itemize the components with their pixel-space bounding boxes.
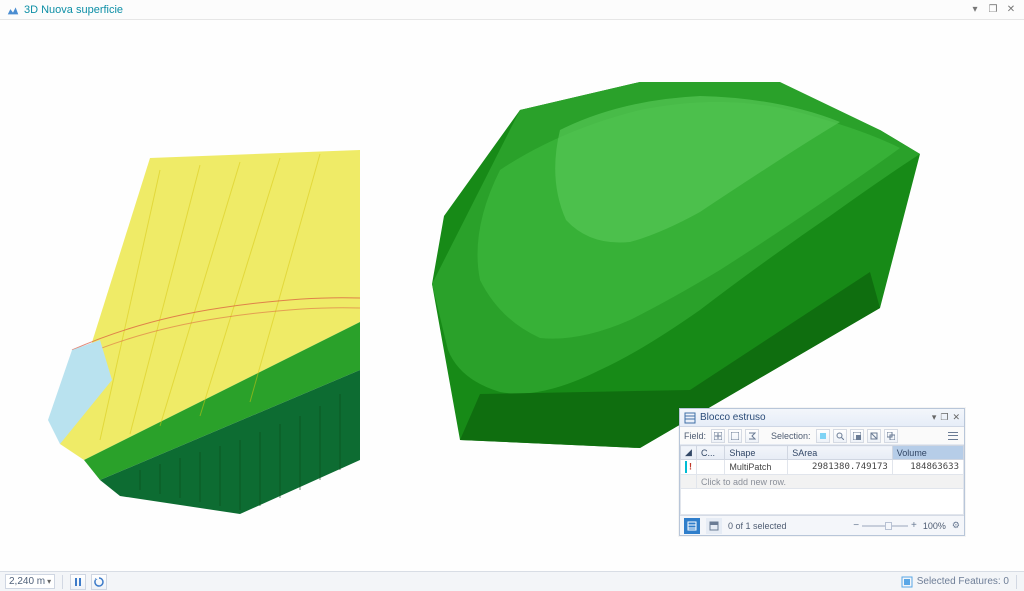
zoom-minus-icon[interactable]: − [853, 520, 859, 531]
attribute-table[interactable]: ◢ C... Shape SArea Volume ! MultiPatch 2… [680, 445, 964, 489]
table-header-row: ◢ C... Shape SArea Volume [681, 446, 964, 460]
chevron-down-icon: ▾ [47, 577, 51, 586]
table-zoom-value: 100% [923, 521, 946, 531]
calculate-field-button[interactable] [745, 429, 759, 443]
col-header-sarea[interactable]: SArea [788, 446, 893, 460]
delete-field-button[interactable] [728, 429, 742, 443]
panel-header[interactable]: Blocco estruso ▾ ❐ ✕ [680, 409, 964, 427]
copy-selection-button[interactable] [884, 429, 898, 443]
show-selected-records-button[interactable] [706, 518, 722, 534]
window-restore-icon[interactable]: ❐ [986, 4, 1000, 15]
status-bar: 2,240 m ▾ Selected Features: 0 [0, 571, 1024, 591]
table-icon [684, 412, 696, 424]
select-by-attributes-button[interactable] [816, 429, 830, 443]
switch-selection-button[interactable] [850, 429, 864, 443]
pause-drawing-button[interactable] [70, 574, 86, 590]
panel-restore-icon[interactable]: ❐ [940, 412, 948, 423]
selection-count: 0 of 1 selected [728, 521, 847, 531]
cell-shape[interactable]: MultiPatch [725, 460, 788, 475]
add-field-button[interactable] [711, 429, 725, 443]
panel-title: Blocco estruso [700, 412, 928, 423]
window-pin-icon[interactable]: ▾ [968, 4, 982, 15]
zoom-plus-icon[interactable]: + [911, 520, 917, 531]
add-row-hint-text: Click to add new row. [697, 475, 964, 489]
panel-toolbar: Field: Selection: [680, 427, 964, 445]
col-header-shape[interactable]: Shape [725, 446, 788, 460]
map-scale-selector[interactable]: 2,240 m ▾ [5, 574, 55, 589]
field-label: Field: [684, 431, 706, 441]
panel-close-icon[interactable]: ✕ [952, 412, 960, 423]
window-title: 3D Nuova superficie [24, 4, 123, 16]
add-row-hint[interactable]: Click to add new row. [681, 475, 964, 489]
selected-features-text: Selected Features: 0 [917, 576, 1009, 587]
attribute-table-panel: Blocco estruso ▾ ❐ ✕ Field: Selection: [679, 408, 965, 536]
zoom-to-selection-button[interactable] [833, 429, 847, 443]
refresh-view-button[interactable] [91, 574, 107, 590]
row-selector-header[interactable]: ◢ [681, 446, 697, 460]
col-header-volume[interactable]: Volume [892, 446, 963, 460]
table-settings-icon[interactable]: ⚙ [952, 520, 960, 531]
table-blank-area [680, 489, 964, 515]
row-selector[interactable]: ! [681, 460, 697, 475]
window-close-icon[interactable]: ✕ [1004, 4, 1018, 15]
app-icon [6, 3, 20, 17]
selection-label: Selection: [771, 431, 811, 441]
cell-volume[interactable]: 184863633 [892, 460, 963, 475]
title-bar: 3D Nuova superficie ▾ ❐ ✕ [0, 0, 1024, 20]
cell-sarea[interactable]: 2981380.749173 [788, 460, 893, 475]
col-header-collapse[interactable]: C... [697, 446, 725, 460]
panel-pin-icon[interactable]: ▾ [932, 412, 937, 423]
selected-features-icon [901, 576, 913, 588]
table-zoom-slider[interactable]: − + [853, 520, 917, 531]
panel-menu-button[interactable] [946, 429, 960, 443]
cell-collapse[interactable] [697, 460, 725, 475]
clear-selection-button[interactable] [867, 429, 881, 443]
selected-features-indicator[interactable]: Selected Features: 0 [901, 576, 1009, 588]
show-all-records-button[interactable] [684, 518, 700, 534]
map-scale-value: 2,240 m [9, 576, 45, 587]
table-row[interactable]: ! MultiPatch 2981380.749173 184863633 [681, 460, 964, 475]
panel-footer: 0 of 1 selected − + 100% ⚙ [680, 515, 964, 535]
